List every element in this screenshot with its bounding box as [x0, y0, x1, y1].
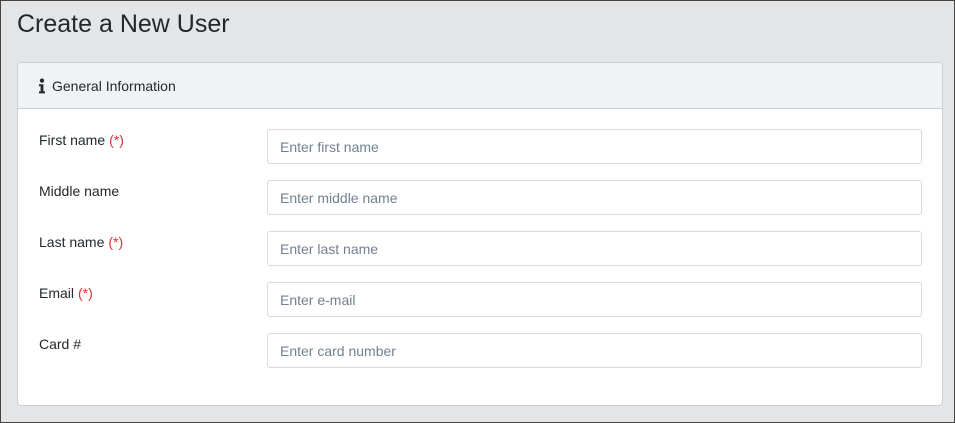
first-name-label: First name (*)	[39, 131, 124, 149]
email-input[interactable]	[267, 282, 922, 317]
general-information-card: General Information First name(*) Middle…	[17, 62, 943, 406]
email-row: Email (*)	[18, 282, 942, 317]
email-label-text: Email	[39, 285, 75, 301]
create-user-page: Create a New User General Information Fi…	[0, 0, 955, 423]
info-icon	[38, 78, 46, 94]
card-number-row: Card #	[18, 333, 942, 368]
last-name-input[interactable]	[267, 231, 922, 266]
last-name-label: Last name (*)	[39, 233, 123, 251]
card-header: General Information	[18, 63, 942, 109]
required-indicator: (*)	[108, 234, 124, 250]
middle-name-label-text: Middle name	[39, 183, 120, 199]
middle-name-row: Middle name	[18, 180, 942, 215]
required-indicator: (*)	[109, 132, 124, 148]
required-indicator: (*)	[78, 285, 93, 301]
email-label: Email (*)	[39, 284, 93, 302]
page-title: Create a New User	[17, 10, 230, 38]
card-number-label-text: Card #	[39, 336, 82, 352]
last-name-label-text: Last name	[39, 234, 105, 250]
middle-name-label: Middle name	[39, 182, 119, 200]
last-name-row: Last name (*)	[18, 231, 942, 266]
card-header-label: General Information	[52, 77, 176, 94]
card-number-label: Card #	[39, 335, 81, 353]
first-name-label-text: First name	[39, 132, 106, 148]
first-name-row: First name (*)	[18, 129, 942, 164]
middle-name-input[interactable]	[267, 180, 922, 215]
card-number-input[interactable]	[267, 333, 922, 368]
first-name-input[interactable]	[267, 129, 922, 164]
